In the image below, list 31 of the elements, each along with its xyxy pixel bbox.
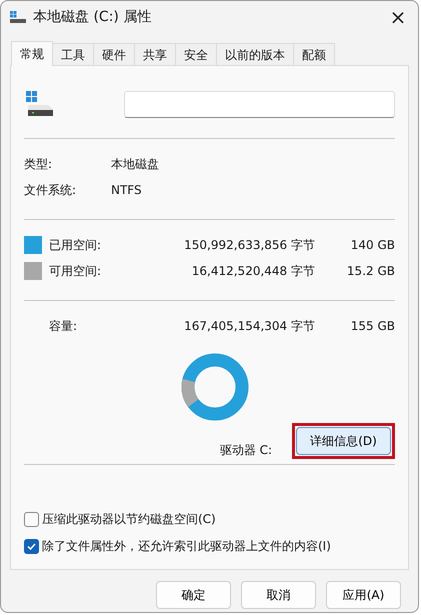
donut-drawing (180, 353, 248, 421)
drive-label: 驱动器 C: (218, 442, 272, 458)
byte-count: 150,992,633,856 字节 (183, 236, 315, 254)
dialog-button[interactable]: 确定 (156, 581, 231, 609)
byte-count: 167,405,154,304 字节 (183, 318, 315, 334)
tab[interactable]: 配额 (293, 43, 335, 65)
info-value: NTFS (111, 183, 142, 197)
checkbox-label[interactable]: 压缩此驱动器以节约磁盘空间(C) (42, 511, 216, 528)
drive-icon (10, 11, 26, 23)
size-value: 15.2 GB (346, 264, 395, 278)
checkmark-icon (26, 541, 37, 552)
checkbox[interactable] (24, 539, 39, 554)
window-title: 本地磁盘 (C:) 属性 (33, 8, 152, 26)
checkbox[interactable] (24, 512, 39, 527)
size-value: 155 GB (350, 319, 395, 333)
byte-count: 16,412,520,448 字节 (190, 262, 315, 280)
capacity-label: 容量: (49, 318, 78, 334)
tab[interactable]: 常规 (11, 41, 53, 66)
size-value: 140 GB (350, 238, 395, 252)
details-button[interactable]: 详细信息(D) (296, 427, 391, 455)
info-label: 文件系统: (24, 182, 78, 198)
space-label: 可用空间: (49, 262, 102, 280)
checkbox-label[interactable]: 除了文件属性外，还允许索引此驱动器上文件的内容(I) (42, 538, 331, 555)
info-label: 类型: (24, 156, 54, 172)
dialog-button[interactable]: 应用(A) (326, 581, 401, 609)
space-label: 已用空间: (49, 236, 102, 254)
drive-name-field[interactable] (124, 90, 395, 118)
close-button[interactable]: × (378, 1, 418, 33)
dialog-button[interactable]: 取消 (241, 581, 316, 609)
drive-icon (26, 91, 54, 117)
info-value: 本地磁盘 (111, 156, 159, 172)
